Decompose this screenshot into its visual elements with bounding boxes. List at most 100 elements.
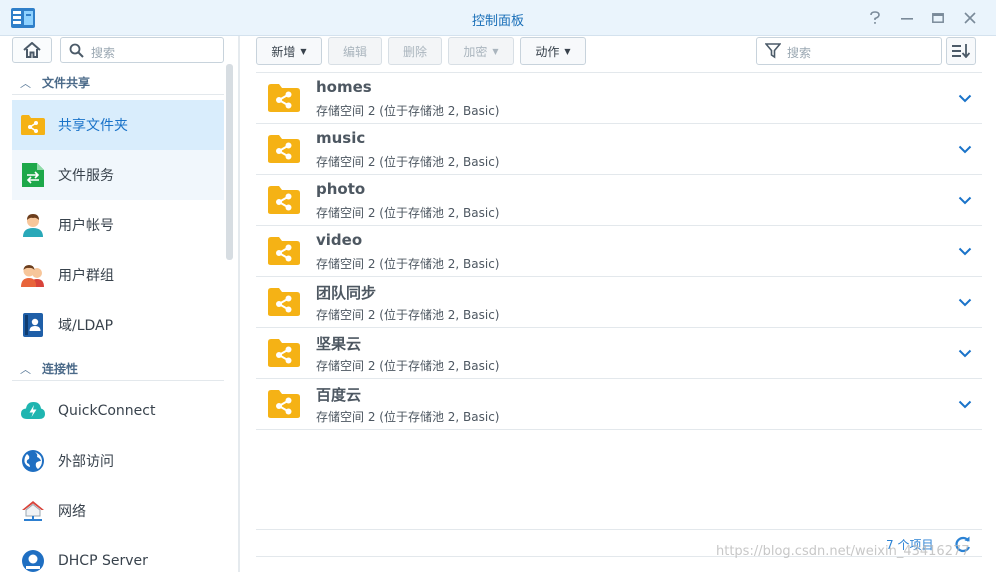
folder-location: 存储空间 2 (位于存储池 2, Basic) xyxy=(316,308,500,322)
shared-folder-icon xyxy=(268,390,300,418)
sidebar-item-dhcp-server[interactable]: DHCP Server xyxy=(12,536,224,572)
action-button[interactable]: 动作 ▼ xyxy=(520,37,586,65)
shared-folder-icon xyxy=(268,237,300,265)
chevron-down-icon[interactable] xyxy=(958,91,972,105)
shared-folder-icon xyxy=(268,135,300,163)
sidebar-item-quickconnect[interactable]: QuickConnect xyxy=(12,386,224,436)
sidebar-item-network[interactable]: 网络 xyxy=(12,486,224,536)
group-icon xyxy=(20,262,46,288)
minimize-button[interactable] xyxy=(896,8,918,28)
sidebar-item-shared-folder[interactable]: 共享文件夹 xyxy=(12,100,224,150)
sidebar-item-file-services[interactable]: 文件服务 xyxy=(12,150,224,200)
sidebar-search-placeholder: 搜索 xyxy=(91,46,116,60)
sidebar-item-label: 文件服务 xyxy=(58,168,114,184)
search-icon xyxy=(69,43,84,58)
dhcp-server-icon xyxy=(20,548,46,572)
filter-search-input[interactable]: 搜索 xyxy=(756,37,942,65)
domain-ldap-icon xyxy=(20,312,46,338)
footer-divider xyxy=(256,529,982,530)
section-label: 连接性 xyxy=(42,362,79,376)
folder-location: 存储空间 2 (位于存储池 2, Basic) xyxy=(316,257,500,271)
watermark: https://blog.csdn.net/weixin_43416277 xyxy=(716,544,970,559)
create-button[interactable]: 新增 ▼ xyxy=(256,37,322,65)
sidebar-item-label: 用户帐号 xyxy=(58,218,114,234)
delete-button[interactable]: 删除 xyxy=(388,37,442,65)
sidebar-item-label: 网络 xyxy=(58,504,86,520)
folder-row[interactable]: music 存储空间 2 (位于存储池 2, Basic) xyxy=(256,124,982,175)
folder-row[interactable]: 百度云存储空间 2 (位于存储池 2, Basic) xyxy=(256,379,982,430)
folder-name: 百度云 xyxy=(316,386,362,404)
folder-location: 存储空间 2 (位于存储池 2, Basic) xyxy=(316,206,500,220)
sidebar-item-group[interactable]: 用户群组 xyxy=(12,250,224,300)
sidebar-item-label: 外部访问 xyxy=(58,454,114,470)
folder-location: 存储空间 2 (位于存储池 2, Basic) xyxy=(316,410,500,424)
chevron-up-icon: ︿ xyxy=(20,77,31,90)
section-file-sharing[interactable]: ︿ 文件共享 xyxy=(12,67,224,95)
help-button[interactable] xyxy=(864,8,886,28)
sidebar-item-external-access[interactable]: 外部访问 xyxy=(12,436,224,486)
chevron-down-icon[interactable] xyxy=(958,244,972,258)
shared-folder-icon xyxy=(268,288,300,316)
caret-down-icon: ▼ xyxy=(300,46,307,56)
sidebar-search-input[interactable]: 搜索 xyxy=(60,37,224,63)
action-button-label: 动作 xyxy=(535,44,560,59)
chevron-down-icon[interactable] xyxy=(958,193,972,207)
sort-button[interactable] xyxy=(946,37,976,65)
folder-location: 存储空间 2 (位于存储池 2, Basic) xyxy=(316,359,500,373)
quickconnect-icon xyxy=(20,398,46,424)
shared-folder-icon xyxy=(268,186,300,214)
caret-down-icon: ▼ xyxy=(492,46,499,56)
network-icon xyxy=(20,498,46,524)
chevron-down-icon[interactable] xyxy=(958,397,972,411)
sidebar-item-label: DHCP Server xyxy=(58,553,148,569)
folder-name: 团队同步 xyxy=(316,284,377,302)
maximize-button[interactable] xyxy=(927,8,949,28)
folder-row[interactable]: video 存储空间 2 (位于存储池 2, Basic) xyxy=(256,226,982,277)
sidebar-item-user[interactable]: 用户帐号 xyxy=(12,200,224,250)
filter-search-placeholder: 搜索 xyxy=(787,46,812,60)
edit-button-label: 编辑 xyxy=(342,44,367,59)
chevron-down-icon[interactable] xyxy=(958,295,972,309)
create-button-label: 新增 xyxy=(271,44,296,59)
section-label: 文件共享 xyxy=(42,76,91,90)
sort-icon xyxy=(952,44,970,58)
close-icon xyxy=(964,12,976,24)
chevron-down-icon[interactable] xyxy=(958,142,972,156)
caret-down-icon: ▼ xyxy=(564,46,571,56)
section-connectivity[interactable]: ︿ 连接性 xyxy=(12,353,224,381)
external-access-icon xyxy=(20,448,46,474)
folder-row[interactable]: 团队同步存储空间 2 (位于存储池 2, Basic) xyxy=(256,277,982,328)
home-button[interactable] xyxy=(12,37,52,63)
shared-folder-list: homes 存储空间 2 (位于存储池 2, Basic) music 存储空间 2 … xyxy=(256,72,982,430)
folder-location: 存储空间 2 (位于存储池 2, Basic) xyxy=(316,155,500,169)
delete-button-label: 删除 xyxy=(402,44,427,59)
filter-icon xyxy=(765,43,781,59)
folder-name: video xyxy=(316,231,363,249)
folder-row[interactable]: homes 存储空间 2 (位于存储池 2, Basic) xyxy=(256,73,982,124)
window-titlebar: 控制面板 xyxy=(0,0,996,36)
folder-row[interactable]: photo 存储空间 2 (位于存储池 2, Basic) xyxy=(256,175,982,226)
close-button[interactable] xyxy=(959,8,981,28)
encrypt-button[interactable]: 加密 ▼ xyxy=(448,37,514,65)
sidebar-item-label: 共享文件夹 xyxy=(58,118,128,134)
sidebar-item-domain-ldap[interactable]: 域/LDAP xyxy=(12,300,224,350)
sidebar-scrollbar[interactable] xyxy=(226,64,233,260)
sidebar-item-label: 用户群组 xyxy=(58,268,114,284)
window-title: 控制面板 xyxy=(471,14,524,29)
encrypt-button-label: 加密 xyxy=(463,44,488,59)
folder-name: 坚果云 xyxy=(316,335,362,353)
chevron-down-icon[interactable] xyxy=(958,346,972,360)
sidebar-divider xyxy=(238,36,240,572)
folder-location: 存储空间 2 (位于存储池 2, Basic) xyxy=(316,104,500,118)
folder-name: homes xyxy=(316,78,372,96)
edit-button[interactable]: 编辑 xyxy=(328,37,382,65)
help-icon xyxy=(870,11,880,24)
folder-name: music xyxy=(316,129,366,147)
shared-folder-icon xyxy=(268,339,300,367)
file-services-icon xyxy=(20,162,46,188)
folder-row[interactable]: 坚果云存储空间 2 (位于存储池 2, Basic) xyxy=(256,328,982,379)
shared-folder-icon xyxy=(20,112,46,138)
maximize-icon xyxy=(932,13,944,23)
chevron-up-icon: ︿ xyxy=(20,363,31,376)
sidebar-item-label: 域/LDAP xyxy=(58,318,114,334)
